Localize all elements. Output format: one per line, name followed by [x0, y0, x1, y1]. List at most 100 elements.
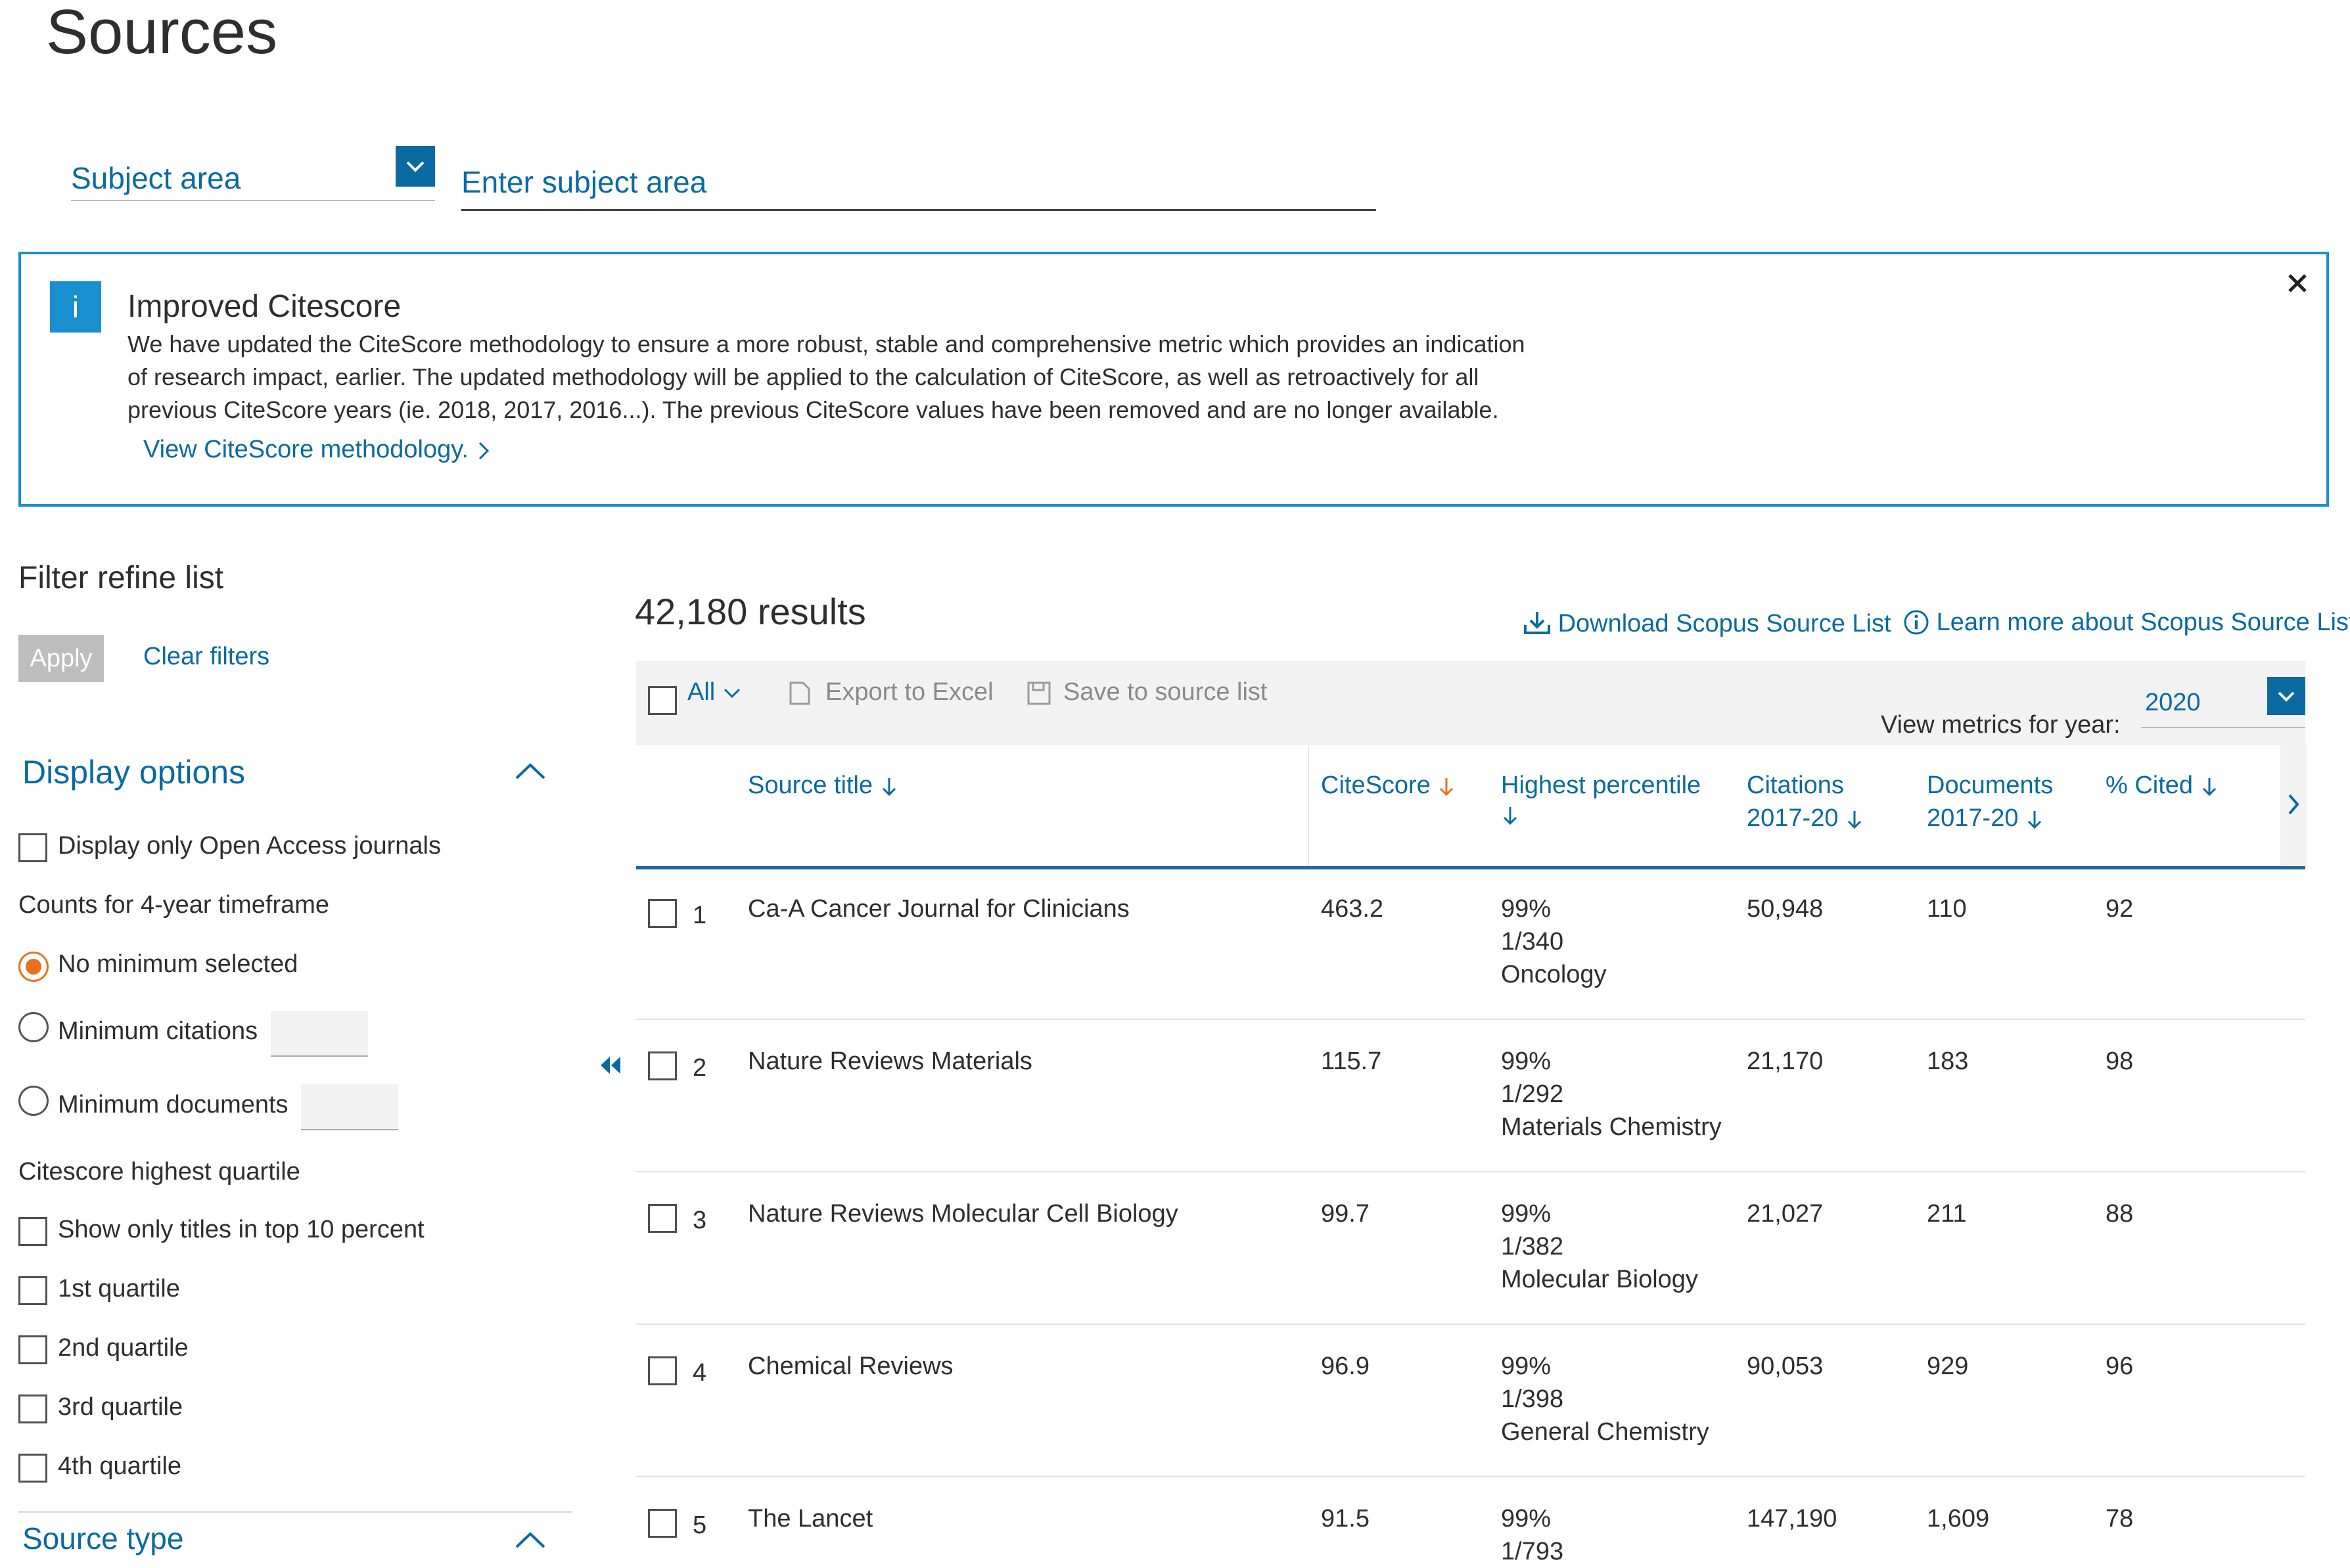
- info-icon: [1904, 610, 1929, 635]
- source-title[interactable]: Nature Reviews Molecular Cell Biology: [748, 1197, 1178, 1230]
- quartile-4-checkbox[interactable]: [18, 1454, 47, 1483]
- save-icon: [1027, 681, 1051, 705]
- citescore-value: 115.7: [1321, 1048, 1382, 1075]
- chevron-down-icon: [724, 688, 740, 699]
- results-count: 42,180 results: [635, 591, 866, 632]
- percentile-field: Oncology: [1501, 961, 1607, 988]
- save-to-source-list-button[interactable]: Save to source list: [1063, 678, 1267, 706]
- top-10-percent-label: Show only titles in top 10 percent: [58, 1216, 425, 1243]
- percent-cited-value: 78: [2106, 1505, 2134, 1533]
- column-citations[interactable]: Citations 2017-20: [1747, 769, 1864, 835]
- chevron-up-icon[interactable]: [514, 1531, 547, 1548]
- citations-value: 50,948: [1747, 895, 1824, 923]
- column-percent-cited[interactable]: % Cited: [2106, 769, 2219, 802]
- row-checkbox[interactable]: [648, 1356, 677, 1385]
- column-citations-period: 2017-20: [1747, 804, 1839, 832]
- source-title[interactable]: Ca-A Cancer Journal for Clinicians: [748, 892, 1130, 925]
- minimum-citations-radio[interactable]: [18, 1012, 49, 1042]
- row-checkbox[interactable]: [648, 1509, 677, 1538]
- citations-value: 21,170: [1747, 1048, 1824, 1075]
- source-title[interactable]: Chemical Reviews: [748, 1350, 954, 1383]
- documents-value: 929: [1927, 1352, 1969, 1380]
- column-source-title-label: Source title: [748, 772, 873, 799]
- chevron-down-icon[interactable]: [396, 146, 435, 187]
- metrics-year-value: 2020: [2145, 689, 2201, 716]
- metrics-year-select[interactable]: 2020: [2141, 674, 2305, 728]
- column-cited-label: % Cited: [2106, 772, 2194, 799]
- download-source-list-link[interactable]: Download Scopus Source List: [1523, 610, 1891, 638]
- minimum-documents-label: Minimum documents: [58, 1091, 288, 1118]
- row-number: 2: [693, 1054, 707, 1082]
- chevron-up-icon[interactable]: [514, 761, 547, 781]
- apply-button[interactable]: Apply: [18, 635, 104, 682]
- export-to-excel-button[interactable]: Export to Excel: [825, 678, 994, 706]
- source-title[interactable]: The Lancet: [748, 1502, 873, 1535]
- quartile-1-checkbox[interactable]: [18, 1276, 47, 1305]
- double-chevron-left-icon[interactable]: [599, 1055, 622, 1075]
- minimum-documents-input[interactable]: [301, 1084, 398, 1130]
- header-separator: [1308, 745, 1309, 866]
- row-number: 5: [693, 1511, 707, 1539]
- percent-cited-value: 88: [2106, 1200, 2134, 1228]
- open-access-label: Display only Open Access journals: [58, 832, 441, 860]
- minimum-citations-input[interactable]: [271, 1011, 368, 1057]
- percentile-rank: 1/292: [1501, 1080, 1564, 1108]
- citations-value: 147,190: [1747, 1505, 1837, 1533]
- row-number: 3: [693, 1207, 707, 1234]
- column-percentile-label: Highest percentile: [1501, 772, 1701, 799]
- sort-arrow-icon: [1440, 777, 1454, 796]
- learn-more-source-list-link[interactable]: Learn more about Scopus Source List: [1903, 609, 2350, 637]
- documents-value: 110: [1927, 895, 1967, 923]
- quartile-3-checkbox[interactable]: [18, 1395, 47, 1423]
- percent-cited-value: 96: [2106, 1352, 2134, 1380]
- quartile-2-checkbox[interactable]: [18, 1335, 47, 1364]
- quartile-1-label: 1st quartile: [58, 1275, 180, 1303]
- column-source-title[interactable]: Source title: [748, 769, 898, 802]
- no-minimum-radio[interactable]: [18, 952, 49, 982]
- column-documents-label: Documents: [1927, 772, 2054, 799]
- citescore-value: 91.5: [1321, 1505, 1370, 1533]
- source-title[interactable]: Nature Reviews Materials: [748, 1045, 1032, 1078]
- minimum-documents-radio[interactable]: [18, 1086, 49, 1116]
- row-checkbox[interactable]: [648, 1204, 677, 1233]
- sort-arrow-icon: [1847, 810, 1862, 829]
- quartile-4-label: 4th quartile: [58, 1452, 182, 1480]
- learn-more-label: Learn more about Scopus Source List: [1936, 609, 2350, 636]
- counts-timeframe-label: Counts for 4-year timeframe: [18, 891, 330, 919]
- percent-cited-value: 98: [2106, 1048, 2134, 1075]
- column-citescore[interactable]: CiteScore: [1321, 769, 1456, 802]
- sort-arrow-icon: [882, 777, 896, 796]
- table-row: 2 Nature Reviews Materials 115.7 99% 1/2…: [636, 1019, 2305, 1172]
- column-documents[interactable]: Documents 2017-20: [1927, 769, 2053, 835]
- row-checkbox[interactable]: [648, 899, 677, 928]
- view-citescore-methodology-link[interactable]: View CiteScore methodology.: [143, 436, 492, 464]
- banner-text-line: previous CiteScore years (ie. 2018, 2017…: [127, 396, 1499, 423]
- table-row: 5 The Lancet 91.5 99% 1/793 147,190 1,60…: [636, 1476, 2305, 1565]
- clear-filters-link[interactable]: Clear filters: [143, 643, 269, 671]
- percentile-field: Molecular Biology: [1501, 1266, 1698, 1293]
- select-all-checkbox[interactable]: [648, 686, 677, 715]
- documents-value: 211: [1927, 1200, 1967, 1228]
- top-10-percent-checkbox[interactable]: [18, 1217, 47, 1246]
- column-documents-period: 2017-20: [1927, 804, 2019, 832]
- download-icon: [1524, 612, 1550, 634]
- select-all-label: All: [687, 678, 716, 706]
- source-type-heading[interactable]: Source type: [22, 1521, 183, 1556]
- row-checkbox[interactable]: [648, 1051, 677, 1080]
- table-row: 4 Chemical Reviews 96.9 99% 1/398 Genera…: [636, 1324, 2305, 1477]
- select-all-dropdown[interactable]: All: [687, 678, 742, 706]
- page-title: Sources: [46, 0, 278, 67]
- column-highest-percentile[interactable]: Highest percentile: [1501, 769, 1701, 835]
- table-header: Source title CiteScore Highest percentil…: [636, 745, 2305, 869]
- scroll-columns-right-button[interactable]: [2280, 745, 2307, 866]
- subject-area-input[interactable]: [461, 155, 1376, 211]
- subject-area-select[interactable]: Subject area: [71, 146, 435, 201]
- info-icon: i: [50, 281, 101, 333]
- row-number: 4: [693, 1359, 707, 1387]
- percentile-value: 99%: [1501, 1505, 1552, 1533]
- open-access-checkbox[interactable]: [18, 833, 47, 862]
- chevron-down-icon[interactable]: [2267, 677, 2305, 715]
- close-icon[interactable]: [2284, 270, 2311, 296]
- methodology-link-label: View CiteScore methodology.: [143, 436, 469, 463]
- display-options-heading[interactable]: Display options: [22, 753, 245, 791]
